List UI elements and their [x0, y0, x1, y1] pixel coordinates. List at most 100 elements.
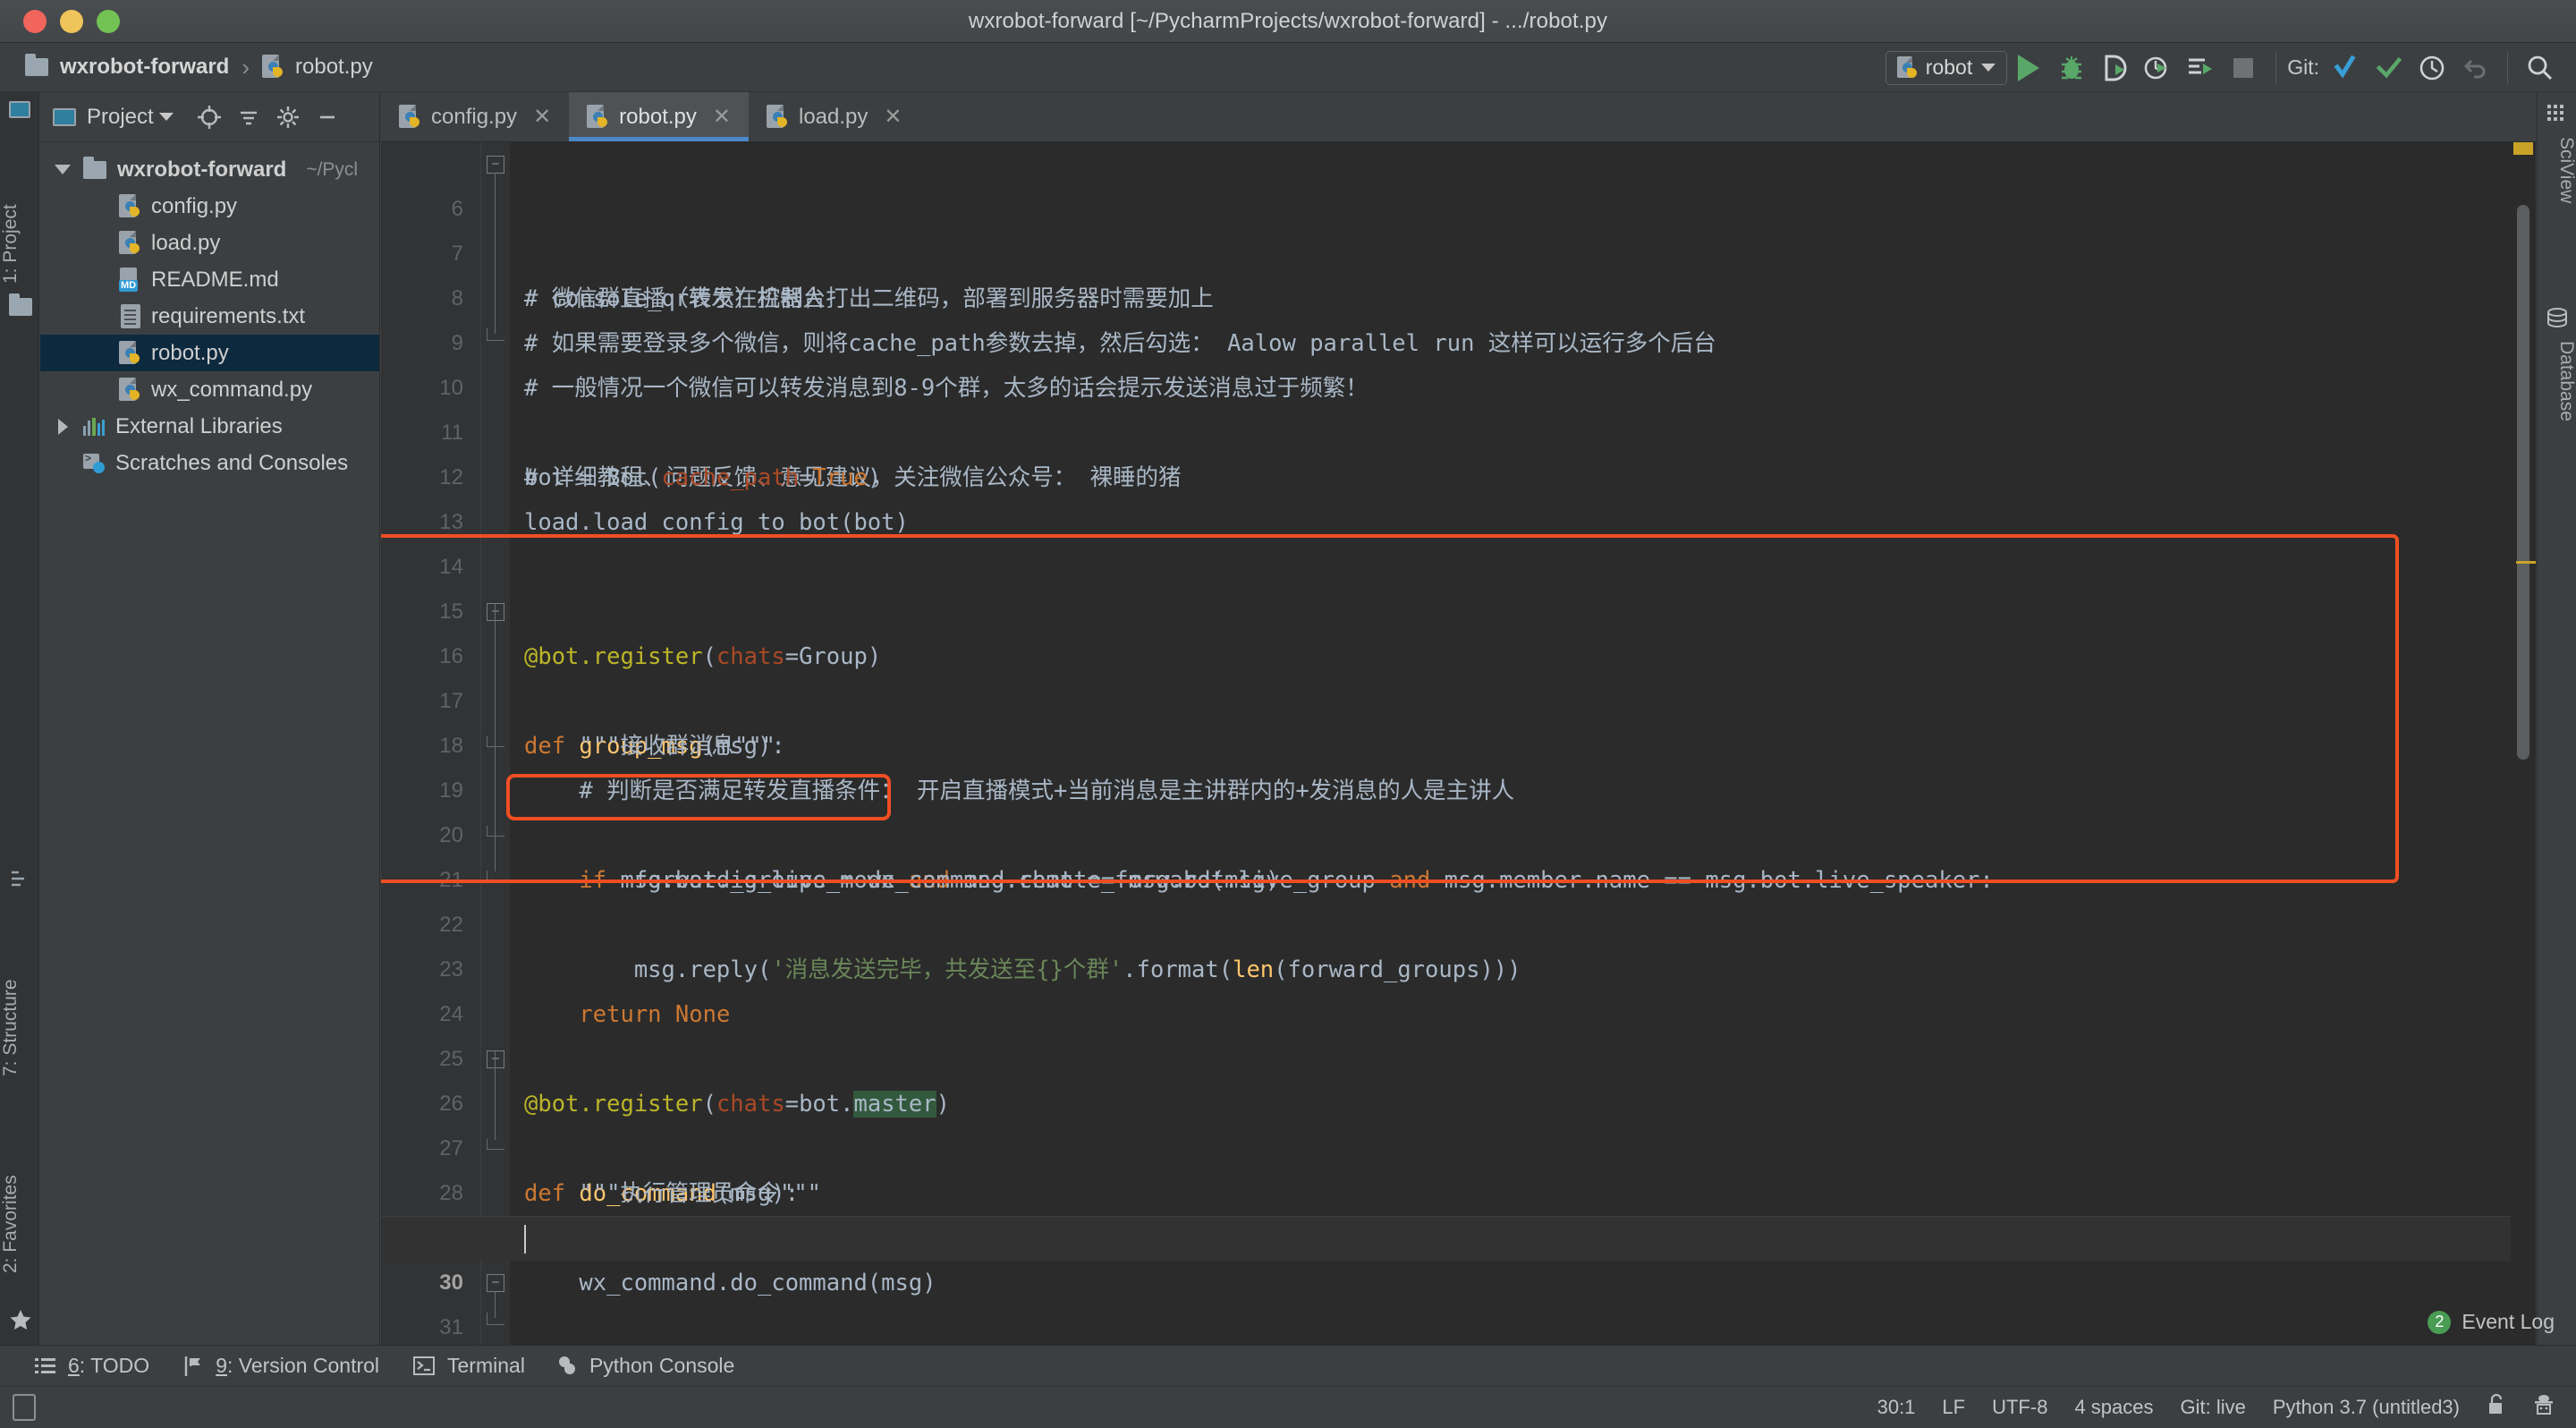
- collapse-all-icon[interactable]: [229, 98, 268, 137]
- expand-arrow-icon[interactable]: [53, 419, 72, 435]
- close-icon[interactable]: ✕: [884, 104, 902, 130]
- run-configuration-label: robot: [1926, 55, 1972, 80]
- fold-marker-icon[interactable]: −: [487, 603, 504, 621]
- tree-item-robot-py[interactable]: robot.py: [40, 335, 379, 371]
- project-panel-title[interactable]: Project: [87, 105, 154, 130]
- indent-setting[interactable]: 4 spaces: [2074, 1396, 2153, 1419]
- right-tool-window-strip: SciView Database: [2537, 92, 2576, 1345]
- toggle-sidebar-icon[interactable]: [13, 1394, 36, 1421]
- tree-item-label: Scratches and Consoles: [115, 451, 348, 476]
- git-history-button[interactable]: [2411, 47, 2453, 89]
- expand-arrow-icon[interactable]: [53, 165, 72, 174]
- star-icon: [9, 1309, 30, 1329]
- scratches-icon: [83, 454, 105, 473]
- settings-gear-icon[interactable]: [268, 98, 308, 137]
- python-console-icon: [559, 1356, 579, 1377]
- code-line: 10 # 详细教程、问题反馈、意见建议，关注微信公众号： 裸睡的猪: [381, 321, 2536, 366]
- run-configuration-selector[interactable]: robot: [1885, 51, 2007, 85]
- python-interpreter[interactable]: Python 3.7 (untitled3): [2273, 1396, 2460, 1419]
- profile-button[interactable]: [2136, 47, 2179, 89]
- tab-label: load.py: [799, 105, 868, 130]
- scrollbar-thumb[interactable]: [2517, 205, 2529, 760]
- git-rollback-button[interactable]: [2453, 47, 2496, 89]
- file-encoding[interactable]: UTF-8: [1992, 1396, 2047, 1419]
- sidebar-item-structure[interactable]: 7: Structure: [0, 897, 39, 1076]
- code-line: 32 # embed() 互交模式阻塞，电脑休眠或关闭互交窗口则退出程序: [381, 1305, 2536, 1345]
- hide-panel-icon[interactable]: [308, 98, 347, 137]
- fold-marker-icon[interactable]: −: [487, 156, 504, 174]
- run-with-console-button[interactable]: [2179, 47, 2222, 89]
- stop-icon: [2233, 58, 2253, 78]
- tree-item-label: wx_command.py: [151, 378, 312, 403]
- run-with-coverage-button[interactable]: [2093, 47, 2136, 89]
- run-button[interactable]: [2007, 47, 2050, 89]
- fold-marker-icon[interactable]: −: [487, 1274, 504, 1292]
- tree-item-wx-command-py[interactable]: wx_command.py: [40, 371, 379, 408]
- breadcrumb-project[interactable]: wxrobot-forward: [25, 55, 229, 80]
- sidebar-item-database[interactable]: Database: [2538, 341, 2576, 511]
- chevron-down-icon[interactable]: [159, 113, 174, 121]
- python-file-icon: [119, 194, 140, 219]
- tree-item-wxrobot-forward[interactable]: wxrobot-forward ~/Pycl: [40, 151, 379, 188]
- tab-load-py[interactable]: load.py ✕: [749, 92, 920, 141]
- tool-window-version-control[interactable]: 9: Version Control: [183, 1354, 379, 1378]
- code-line: 16 − def group_msg(msg):: [381, 590, 2536, 634]
- sidebar-item-project[interactable]: 1: Project: [0, 132, 39, 284]
- stop-button[interactable]: [2222, 47, 2265, 89]
- tree-item-label: robot.py: [151, 341, 229, 366]
- git-branch[interactable]: Git: live: [2181, 1396, 2246, 1419]
- event-log-button[interactable]: 2 Event Log: [2428, 1310, 2555, 1334]
- python-file-icon: [119, 231, 140, 256]
- close-icon[interactable]: ✕: [533, 104, 551, 130]
- lock-icon[interactable]: [2487, 1393, 2506, 1422]
- text-caret: [524, 1225, 526, 1254]
- locate-icon[interactable]: [190, 98, 229, 137]
- tree-item-label: config.py: [151, 194, 237, 219]
- debug-button[interactable]: [2050, 47, 2093, 89]
- libraries-icon: [83, 418, 105, 436]
- git-update-button[interactable]: [2325, 47, 2368, 89]
- tab-config-py[interactable]: config.py ✕: [381, 92, 569, 141]
- fold-guide-line: [495, 1291, 496, 1318]
- tree-item-requirements-txt[interactable]: requirements.txt: [40, 298, 379, 335]
- code-line: 9 # 一般情况一个微信可以转发消息到8-9个群，太多的话会提示发送消息过于频繁…: [381, 276, 2536, 321]
- chevron-down-icon: [1981, 64, 1996, 72]
- sciview-icon: [2546, 103, 2567, 123]
- tree-item-config-py[interactable]: config.py: [40, 188, 379, 225]
- toolbar-divider: [2275, 53, 2276, 83]
- tree-item-label: wxrobot-forward: [117, 157, 286, 183]
- fold-marker-icon[interactable]: −: [487, 1050, 504, 1068]
- breadcrumb-file[interactable]: robot.py: [262, 55, 373, 80]
- code-editor[interactable]: 6 − # 微信群直播（转发）机器人 7 # console_qr表示在控制台打…: [381, 142, 2536, 1345]
- tool-window-python-console[interactable]: Python Console: [559, 1354, 734, 1378]
- fold-marker-icon[interactable]: [487, 826, 504, 837]
- tree-item-load-py[interactable]: load.py: [40, 225, 379, 261]
- event-log-label: Event Log: [2462, 1310, 2555, 1334]
- tab-label: robot.py: [619, 105, 697, 130]
- python-config-icon: [1897, 56, 1917, 80]
- fold-marker-icon[interactable]: [487, 736, 504, 747]
- hector-inspection-icon[interactable]: [2533, 1393, 2555, 1422]
- toolbar-divider-2: [2507, 53, 2508, 83]
- tree-item-external-libraries[interactable]: External Libraries: [40, 408, 379, 445]
- git-commit-button[interactable]: [2368, 47, 2411, 89]
- tree-item-label: requirements.txt: [151, 304, 305, 329]
- tool-window-todo[interactable]: 6: TODO: [34, 1354, 149, 1378]
- fold-end-marker-icon: [487, 1313, 504, 1325]
- editor-vertical-scrollbar[interactable]: [2511, 142, 2536, 1345]
- sidebar-item-sciview[interactable]: SciView: [2538, 137, 2576, 280]
- tool-window-terminal[interactable]: Terminal: [413, 1354, 525, 1378]
- clock-icon: [2419, 55, 2445, 81]
- search-everywhere-button[interactable]: [2519, 47, 2562, 89]
- python-file-icon: [399, 105, 420, 130]
- close-icon[interactable]: ✕: [713, 104, 731, 130]
- change-marker: [2516, 561, 2536, 564]
- line-separator[interactable]: LF: [1942, 1396, 1965, 1419]
- caret-position[interactable]: 30:1: [1877, 1396, 1916, 1419]
- tab-robot-py[interactable]: robot.py ✕: [569, 92, 749, 141]
- sidebar-item-favorites[interactable]: 2: Favorites: [0, 1103, 39, 1273]
- warning-marker[interactable]: [2513, 142, 2533, 155]
- project-window-icon: [53, 108, 76, 126]
- tree-item-scratches-and-consoles[interactable]: Scratches and Consoles: [40, 445, 379, 481]
- tree-item-readme-md[interactable]: MD README.md: [40, 261, 379, 298]
